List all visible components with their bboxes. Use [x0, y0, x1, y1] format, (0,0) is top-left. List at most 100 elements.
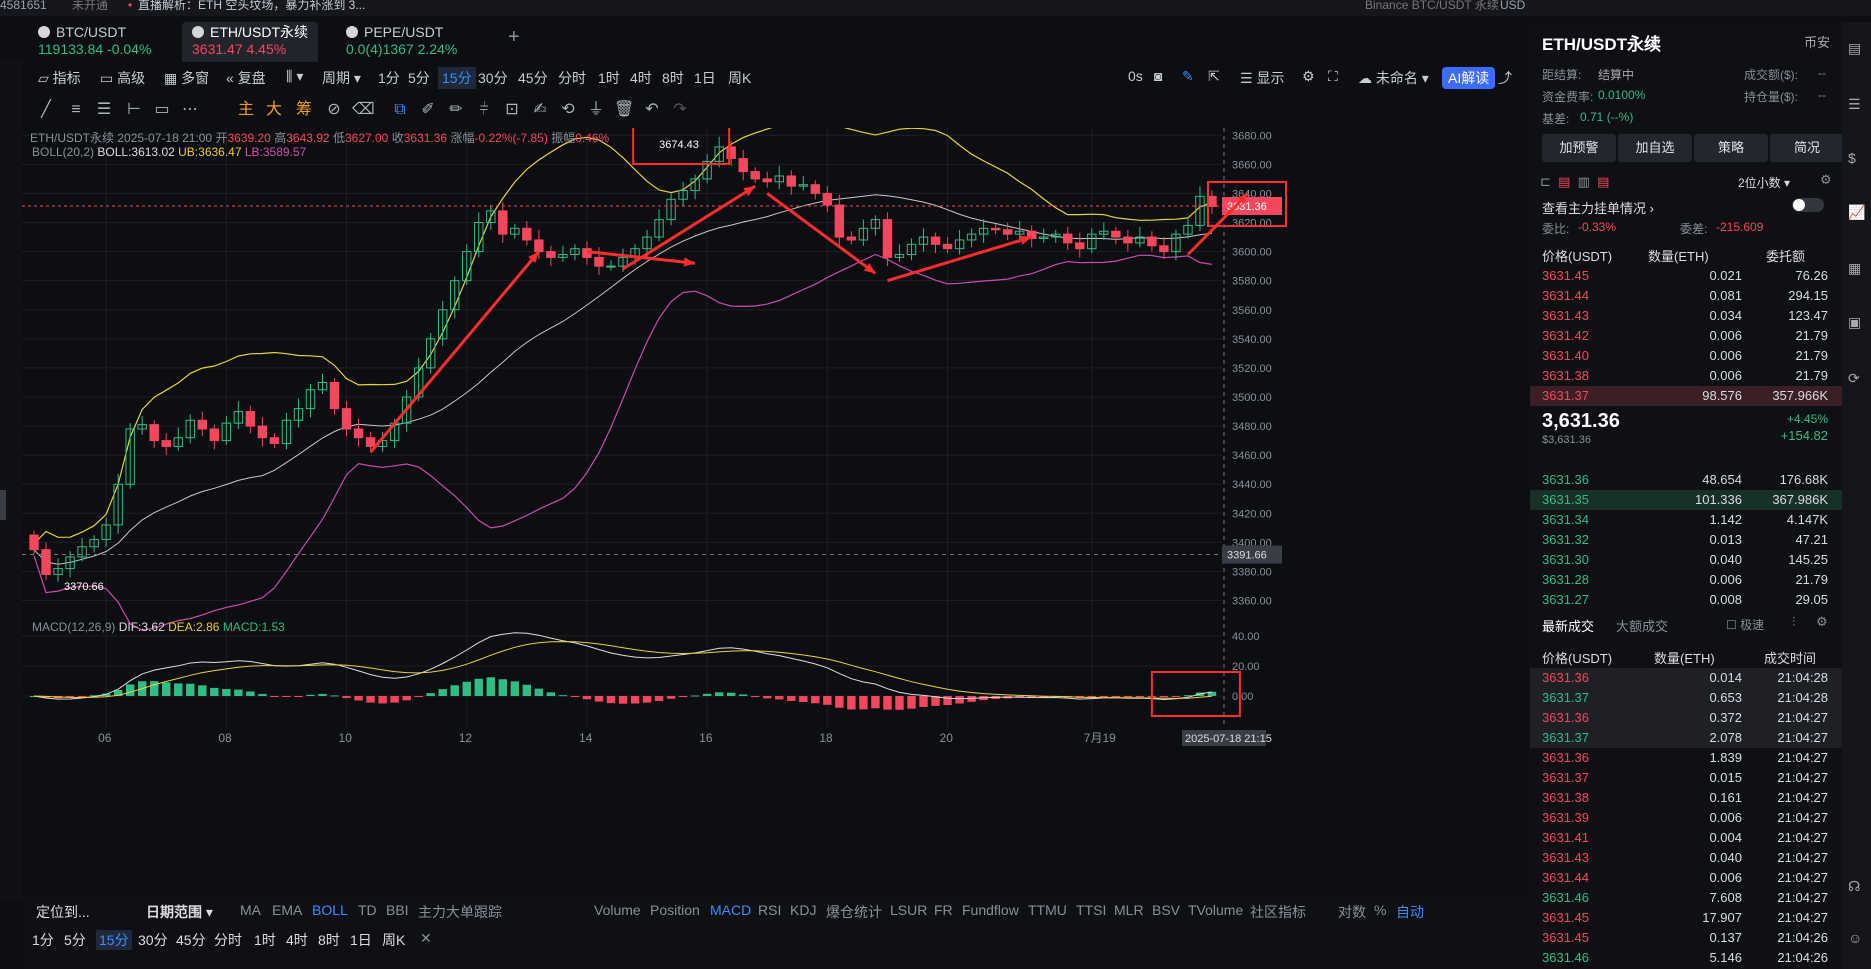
- sub-ind-ttsi[interactable]: TTSI: [1076, 902, 1106, 918]
- ob-view-icons[interactable]: ⊏ ▤ ▥ ▤: [1540, 174, 1609, 190]
- asks-row[interactable]: 3631.38 0.006 21.79: [1530, 366, 1842, 386]
- sub-ind-bsv[interactable]: BSV: [1152, 902, 1180, 918]
- log-scale-toggle[interactable]: 对数: [1338, 902, 1366, 922]
- line-tool-icon[interactable]: ╱: [36, 100, 56, 120]
- trades-row[interactable]: 3631.36 0.372 21:04:27: [1530, 708, 1842, 728]
- interval-1h[interactable]: 1时: [598, 68, 620, 88]
- bb-interval-30m[interactable]: 30分: [138, 930, 168, 950]
- interval-1w[interactable]: 周K: [728, 68, 751, 88]
- measure-icon[interactable]: ⟲: [558, 100, 578, 120]
- bb-interval-1h[interactable]: 1时: [254, 930, 276, 950]
- bb-interval-1m[interactable]: 1分: [32, 930, 54, 950]
- macd-label[interactable]: MACD(12,26,9): [32, 620, 115, 634]
- date-range-button[interactable]: 日期范围 ▾: [146, 902, 213, 922]
- tab-eth[interactable]: ETH/USDT永续 3631.47 4.45%: [182, 22, 318, 62]
- interval-1m[interactable]: 1分: [378, 68, 400, 88]
- display-button[interactable]: ☰ 显示: [1240, 68, 1284, 88]
- ray-tool-icon[interactable]: ⊢: [124, 100, 144, 120]
- interval-30m[interactable]: 30分: [478, 68, 508, 88]
- layout-icon[interactable]: ▤: [1848, 40, 1861, 57]
- sub-ind-volume[interactable]: Volume: [594, 902, 641, 918]
- hline-tool-icon[interactable]: ≡: [66, 100, 86, 120]
- list-icon[interactable]: ☰: [1848, 96, 1861, 113]
- indicators-button[interactable]: ▱ 指标: [38, 68, 81, 88]
- sub-ind-kdj[interactable]: KDJ: [790, 902, 816, 918]
- tab-pepe[interactable]: PEPE/USDT 0.0(4)1367 2.24%: [336, 22, 467, 62]
- bb-interval-1d[interactable]: 1日: [350, 930, 372, 950]
- refresh-icon[interactable]: ⟳: [1848, 370, 1860, 387]
- trade-filter-icon[interactable]: ⫶: [1792, 614, 1795, 630]
- bids-row[interactable]: 3631.32 0.013 47.21: [1530, 530, 1842, 550]
- bb-interval-45m[interactable]: 45分: [176, 930, 206, 950]
- trades-row[interactable]: 3631.37 0.653 21:04:28: [1530, 688, 1842, 708]
- interval-4h[interactable]: 4时: [630, 68, 652, 88]
- brush-icon[interactable]: ✐: [418, 100, 438, 120]
- headset-icon[interactable]: ☊: [1848, 878, 1860, 895]
- news-icon[interactable]: ▣: [1848, 314, 1861, 331]
- asks-row[interactable]: 3631.45 0.021 76.26: [1530, 266, 1842, 286]
- fib-tool-icon[interactable]: ⊘: [324, 100, 344, 120]
- interval-1d[interactable]: 1日: [694, 68, 716, 88]
- bids-row[interactable]: 3631.34 1.142 4.147K: [1530, 510, 1842, 530]
- more-tools-icon[interactable]: ⋯: [180, 100, 200, 120]
- kline-chart[interactable]: 3680.003660.003640.003620.003600.003580.…: [22, 118, 1530, 894]
- bids-row[interactable]: 3631.36 48.654 176.68K: [1530, 470, 1842, 490]
- percent-scale-toggle[interactable]: %: [1374, 902, 1386, 918]
- exchange-select[interactable]: 币安: [1804, 32, 1830, 51]
- trade-header-qty[interactable]: 数量(ETH): [1654, 648, 1715, 667]
- lock-icon[interactable]: ⊡: [502, 100, 522, 120]
- cloud-layout-button[interactable]: ☁ 未命名 ▾: [1358, 68, 1429, 88]
- tab-btc[interactable]: BTC/USDT 119133.84 -0.04%: [28, 22, 161, 62]
- news-ticker[interactable]: 直播解析：ETH 空头坟场，暴力补涨到 3...: [138, 0, 365, 11]
- asks-row[interactable]: 3631.40 0.006 21.79: [1530, 346, 1842, 366]
- main-ind-bbi[interactable]: BBI: [386, 902, 409, 918]
- interval-8h[interactable]: 8时: [662, 68, 684, 88]
- ai-button[interactable]: AI解读: [1442, 67, 1496, 89]
- main-ind-ma[interactable]: MA: [240, 902, 261, 918]
- trades-row[interactable]: 3631.39 0.006 21:04:27: [1530, 808, 1842, 828]
- eraser-icon[interactable]: ⌫: [352, 100, 375, 120]
- strategy-button[interactable]: 策略: [1694, 134, 1768, 162]
- trades-row[interactable]: 3631.36 1.839 21:04:27: [1530, 748, 1842, 768]
- trades-row[interactable]: 3631.45 0.137 21:04:26: [1530, 928, 1842, 948]
- trades-row[interactable]: 3631.43 0.040 21:04:27: [1530, 848, 1842, 868]
- bb-interval-8h[interactable]: 8时: [318, 930, 340, 950]
- sub-ind-fr[interactable]: FR: [934, 902, 953, 918]
- note-icon[interactable]: ✍: [530, 100, 550, 120]
- boll-label[interactable]: BOLL(20,2): [32, 145, 94, 159]
- trades-row[interactable]: 3631.46 7.608 21:04:27: [1530, 888, 1842, 908]
- settings-icon[interactable]: ⚙: [1302, 68, 1315, 85]
- bb-interval-1w[interactable]: 周K: [382, 930, 405, 950]
- chips-button[interactable]: 筹: [294, 100, 314, 120]
- main-ind-boll[interactable]: BOLL: [312, 902, 348, 918]
- collapse-handle[interactable]: [0, 490, 6, 520]
- fullscreen-icon[interactable]: ⛶: [1328, 68, 1338, 85]
- camera-icon[interactable]: ◙: [1154, 68, 1162, 84]
- main-force-button[interactable]: 主: [236, 100, 256, 120]
- magnet-icon[interactable]: ⧉: [390, 100, 410, 120]
- wallet-icon[interactable]: $: [1848, 150, 1856, 166]
- trades-row[interactable]: 3631.37 2.078 21:04:27: [1530, 728, 1842, 748]
- tab-latest-trades[interactable]: 最新成交: [1542, 616, 1594, 635]
- sub-ind-ttmu[interactable]: TTMU: [1028, 902, 1067, 918]
- search-input[interactable]: Binance BTC/USDT 永续: [1365, 0, 1499, 11]
- trades-row[interactable]: 3631.45 17.907 21:04:27: [1530, 908, 1842, 928]
- sub-ind-position[interactable]: Position: [650, 902, 700, 918]
- multiwindow-button[interactable]: ▦ 多窗: [164, 68, 209, 88]
- sub-ind-lsur[interactable]: LSUR: [890, 902, 927, 918]
- asks-row[interactable]: 3631.37 98.576 357.966K: [1530, 386, 1842, 406]
- chart-type-icon[interactable]: ⫼ ▾: [286, 68, 303, 85]
- sub-ind-mlr[interactable]: MLR: [1114, 902, 1144, 918]
- bids-row[interactable]: 3631.27 0.008 29.05: [1530, 590, 1842, 610]
- sub-ind-macd[interactable]: MACD: [710, 902, 751, 918]
- pencil-icon[interactable]: ✏: [446, 100, 466, 120]
- interval-45m[interactable]: 45分: [518, 68, 548, 88]
- currency-select[interactable]: USD: [1500, 0, 1525, 11]
- close-icon[interactable]: ✕: [420, 930, 432, 947]
- filter-icon[interactable]: ⏚: [586, 100, 606, 120]
- locate-button[interactable]: 定位到...: [36, 902, 90, 922]
- main-ind-mainforce[interactable]: 主力大单跟踪: [418, 902, 502, 922]
- ob-header-total[interactable]: 委托额: [1766, 246, 1805, 265]
- bids-row[interactable]: 3631.28 0.006 21.79: [1530, 570, 1842, 590]
- pattern-icon[interactable]: ⫩: [474, 100, 494, 120]
